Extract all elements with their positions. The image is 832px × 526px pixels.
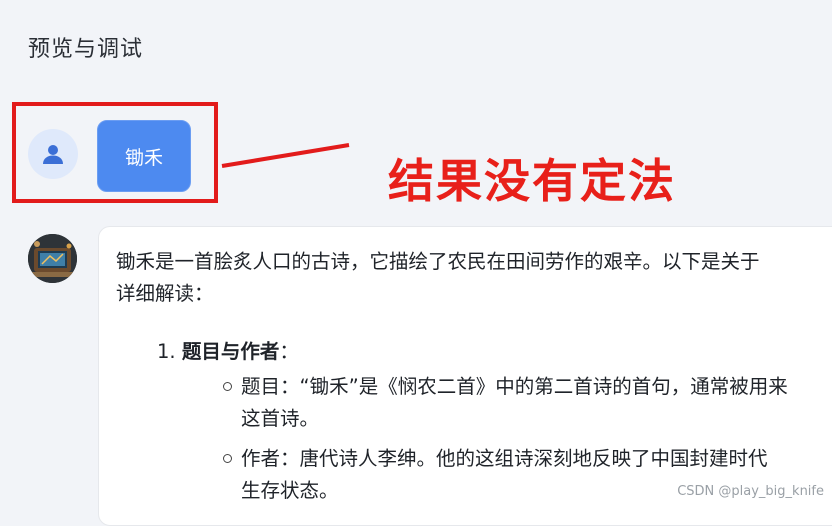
bullet-icon (223, 454, 232, 463)
robot-avatar-icon (28, 234, 77, 283)
sub-item-line-1: 题目：“锄禾”是《悯农二首》中的第二首诗的首句，通常被用来 (241, 375, 788, 398)
assistant-avatar (28, 234, 77, 283)
list-number: 1. (157, 340, 176, 363)
reply-intro-line-1: 锄禾是一首脍炙人口的古诗，它描绘了农民在田间劳作的艰辛。以下是关于 (116, 250, 760, 273)
sub-list-item: 题目：“锄禾”是《悯农二首》中的第二首诗的首句，通常被用来 这首诗。 (241, 371, 788, 435)
list-item: 1. 题目与作者： (157, 336, 299, 368)
reply-intro-line-2: 详细解读： (116, 282, 214, 305)
annotation-text: 结果没有定法 (388, 154, 676, 208)
watermark: CSDN @play_big_knife (677, 484, 824, 499)
list-heading: 题目与作者 (181, 340, 280, 363)
sub-item-line-1: 作者：唐代诗人李绅。他的这组诗深刻地反映了中国封建时代 (241, 447, 768, 470)
reply-intro: 锄禾是一首脍炙人口的古诗，它描绘了农民在田间劳作的艰辛。以下是关于 详细解读： (116, 246, 832, 310)
bullet-icon (223, 382, 232, 391)
list-heading-suffix: ： (279, 340, 299, 363)
sub-item-line-2: 这首诗。 (241, 407, 320, 430)
